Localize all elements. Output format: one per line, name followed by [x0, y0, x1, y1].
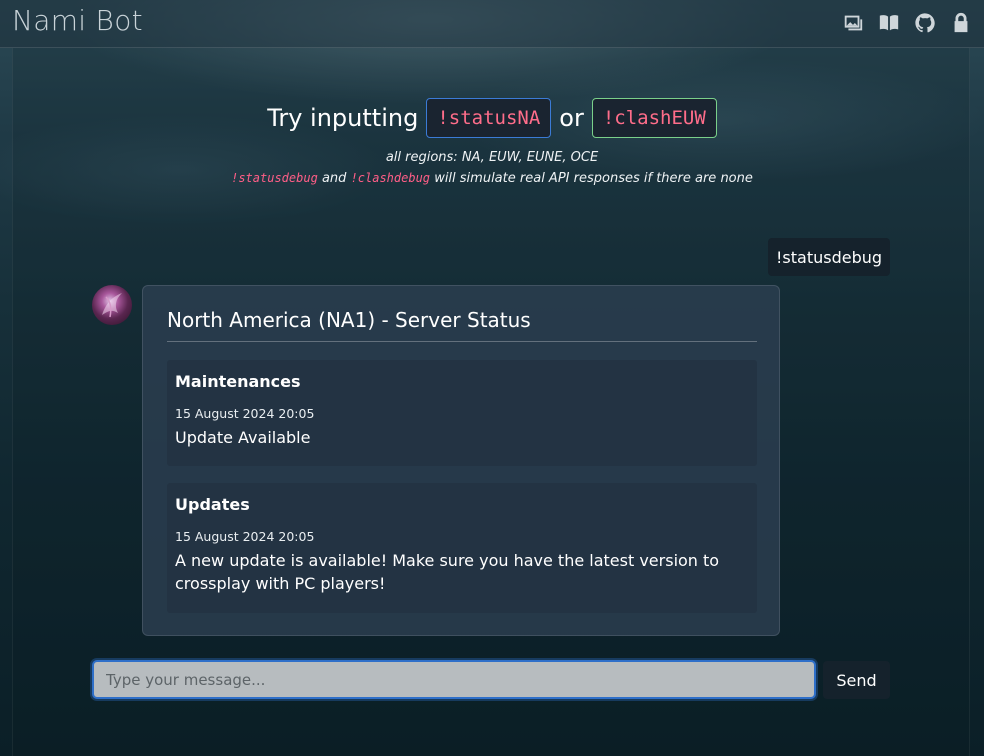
- brand-title[interactable]: Nami Bot: [12, 4, 143, 37]
- user-message-bubble: !statusdebug: [768, 238, 890, 276]
- card-title: North America (NA1) - Server Status: [167, 308, 531, 332]
- github-icon[interactable]: [914, 12, 936, 34]
- try-line: Try inputting !statusNA or !clashEUW: [0, 98, 984, 138]
- message-input[interactable]: [92, 660, 816, 699]
- and-word: and: [321, 171, 347, 186]
- book-icon[interactable]: [878, 12, 900, 34]
- card-divider: [167, 341, 757, 342]
- debug-suffix: will simulate real API responses if ther…: [434, 171, 753, 186]
- section-date: 15 August 2024 20:05: [175, 529, 315, 544]
- bot-avatar: [92, 285, 132, 325]
- maintenances-section: Maintenances 15 August 2024 20:05 Update…: [167, 360, 757, 466]
- clash-command-chip: !clashEUW: [591, 98, 717, 138]
- intro-block: Try inputting !statusNA or !clashEUW: [0, 98, 984, 138]
- send-button[interactable]: Send: [823, 661, 890, 699]
- section-text: A new update is available! Make sure you…: [175, 551, 720, 593]
- status-command-chip: !statusNA: [426, 98, 552, 138]
- debug-command-status: !statusdebug: [231, 171, 318, 185]
- updates-section: Updates 15 August 2024 20:05 A new updat…: [167, 483, 757, 613]
- debug-command-clash: !clashdebug: [350, 171, 431, 185]
- app-header: Nami Bot: [0, 0, 984, 48]
- debug-hint: !statusdebug and !clashdebug will simula…: [0, 171, 984, 186]
- lock-icon[interactable]: [950, 12, 972, 34]
- gallery-icon[interactable]: [842, 12, 864, 34]
- try-prefix: Try inputting: [267, 104, 419, 132]
- section-date: 15 August 2024 20:05: [175, 406, 315, 421]
- nav-icons: [842, 12, 972, 34]
- regions-hint: all regions: NA, EUW, EUNE, OCE: [385, 150, 599, 165]
- section-heading: Updates: [175, 495, 250, 514]
- section-text: Update Available: [175, 428, 311, 447]
- or-word: or: [559, 104, 584, 132]
- server-status-card: North America (NA1) - Server Status Main…: [142, 285, 780, 636]
- section-heading: Maintenances: [175, 372, 301, 391]
